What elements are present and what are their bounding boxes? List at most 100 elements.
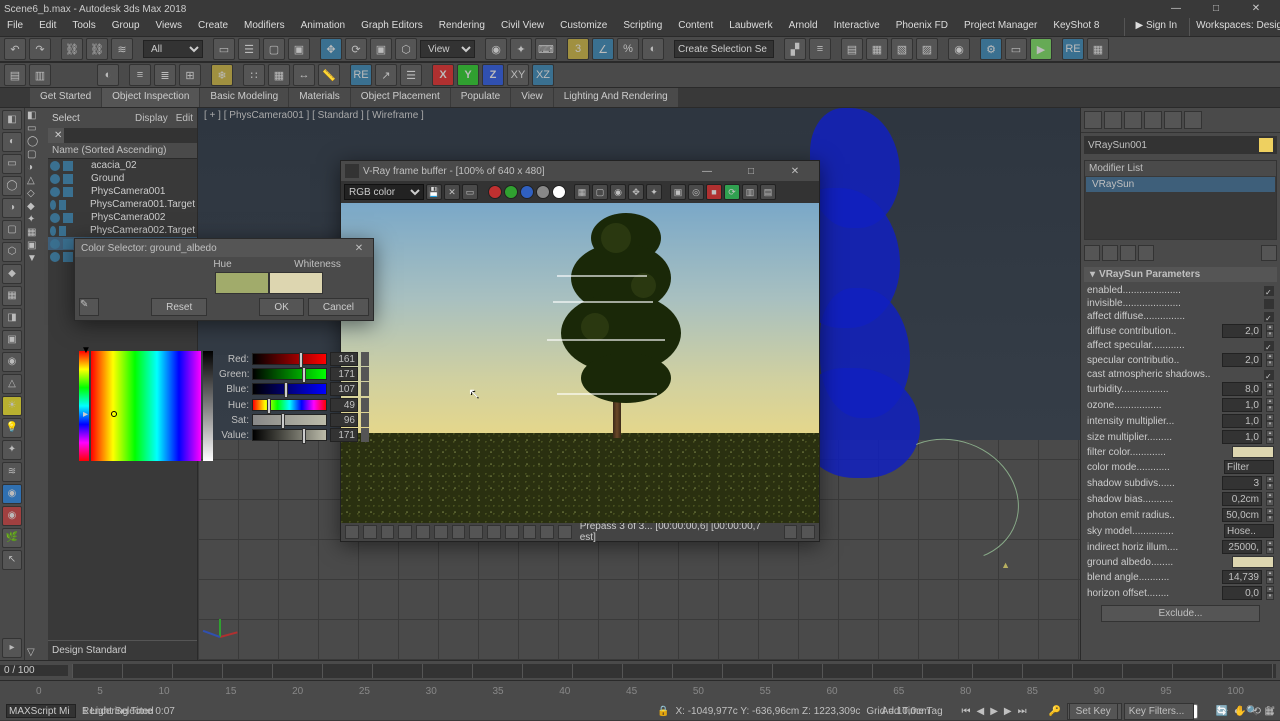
param-value[interactable]: 1,0 <box>1222 414 1262 428</box>
move-button[interactable]: ✥ <box>320 38 342 60</box>
scene-item[interactable]: PhysCamera001.Target <box>48 198 197 211</box>
vfb-stat-btn[interactable] <box>452 525 466 539</box>
time-tag[interactable]: Add Time Tag <box>882 706 943 717</box>
vfb-stat-btn[interactable] <box>801 525 815 539</box>
menu-laubwerk[interactable]: Laubwerk <box>722 18 779 36</box>
time-slider[interactable]: 0 / 100 <box>0 660 1280 680</box>
vfb-track-button[interactable]: ◎ <box>688 184 704 200</box>
vfb-stat-btn[interactable] <box>345 525 359 539</box>
color-value[interactable]: 107 <box>330 382 358 396</box>
colsel-close-button[interactable]: ✕ <box>351 243 367 254</box>
vfb-stat-btn[interactable] <box>523 525 537 539</box>
pin-stack-button[interactable] <box>1084 245 1100 261</box>
color-value[interactable]: 171 <box>330 428 358 442</box>
selection-filter[interactable]: All <box>143 40 203 58</box>
rotate-button[interactable]: ⟳ <box>345 38 367 60</box>
spinner[interactable]: ▴▾ <box>1266 508 1274 522</box>
axis-y-button[interactable]: Y <box>457 64 479 86</box>
color-slider[interactable] <box>252 414 327 426</box>
vfb-alpha-toggle[interactable] <box>536 185 550 199</box>
color-slider[interactable] <box>252 368 327 380</box>
param-value[interactable]: 0,2cm <box>1222 492 1262 506</box>
spinner[interactable]: ▴▾ <box>1266 430 1274 444</box>
se-select-tab[interactable]: Select <box>52 113 127 124</box>
make-unique-button[interactable] <box>1120 245 1136 261</box>
undo-button[interactable]: ↶ <box>4 38 26 60</box>
menu-scripting[interactable]: Scripting <box>616 18 669 36</box>
menu-arnold[interactable]: Arnold <box>782 18 825 36</box>
param-checkbox[interactable] <box>1264 370 1274 380</box>
max-button[interactable]: □ <box>1196 0 1236 18</box>
display-panel-icon[interactable] <box>1164 111 1182 129</box>
tool-icon[interactable]: ◉ <box>2 506 22 526</box>
play-first-button[interactable]: ⏮ <box>962 706 971 717</box>
setkey-button[interactable]: Set Key <box>1069 703 1118 720</box>
menu-rendering[interactable]: Rendering <box>432 18 492 36</box>
spinner[interactable]: ▴▾ <box>1266 382 1274 396</box>
vfb-min-button[interactable]: — <box>687 166 727 177</box>
cancel-button[interactable]: Cancel <box>308 298 369 316</box>
vfb-stat-btn[interactable] <box>784 525 798 539</box>
snap-toggle-button[interactable]: 3 <box>567 38 589 60</box>
schematic-view-button[interactable]: ▨ <box>916 38 938 60</box>
param-select[interactable]: Hose.. al.. <box>1224 524 1274 538</box>
se-icon[interactable]: ✦ <box>27 214 46 225</box>
render-setup-button[interactable]: ⚙ <box>980 38 1002 60</box>
color-value[interactable]: 171 <box>330 367 358 381</box>
vfb-green-toggle[interactable] <box>504 185 518 199</box>
se-icon[interactable]: ◇ <box>27 188 46 199</box>
se-icon[interactable]: ▦ <box>27 227 46 238</box>
spinner-snap-button[interactable]: ◐ <box>642 38 664 60</box>
vfb-stat-btn[interactable] <box>381 525 395 539</box>
param-value[interactable]: 3 <box>1222 476 1262 490</box>
vfb-btn[interactable]: ▥ <box>742 184 758 200</box>
vfb-stat-btn[interactable] <box>434 525 448 539</box>
layer-explorer-button[interactable]: ▤ <box>841 38 863 60</box>
tab-materials[interactable]: Materials <box>289 88 350 107</box>
tool-icon[interactable]: ✦ <box>2 440 22 460</box>
vfb-stat-btn[interactable] <box>505 525 519 539</box>
layer-add-button[interactable]: ≣ <box>154 64 176 86</box>
play-button[interactable]: ▶ <box>990 706 998 717</box>
param-value[interactable]: 50,0cm <box>1222 508 1262 522</box>
tab-populate[interactable]: Populate <box>451 88 510 107</box>
menu-phoenixfd[interactable]: Phoenix FD <box>889 18 955 36</box>
menu-modifiers[interactable]: Modifiers <box>237 18 292 36</box>
param-select[interactable]: Filter <box>1224 460 1274 474</box>
color-slider[interactable] <box>252 383 327 395</box>
workspaces-dropdown[interactable]: Workspaces: Design Standard <box>1189 18 1280 36</box>
align-button[interactable]: ≡ <box>809 38 831 60</box>
se-icon[interactable]: ▼ <box>27 253 46 264</box>
list-button[interactable]: ☰ <box>400 64 422 86</box>
se-icon[interactable]: ▣ <box>27 240 46 251</box>
menu-civilview[interactable]: Civil View <box>494 18 551 36</box>
close-button[interactable]: ✕ <box>1236 0 1276 18</box>
keyfilters-button[interactable]: Key Filters... <box>1124 703 1194 720</box>
tab-objectplacement[interactable]: Object Placement <box>351 88 450 107</box>
color-slider[interactable] <box>252 353 327 365</box>
param-checkbox[interactable] <box>1264 299 1274 309</box>
ref-coord-dropdown[interactable]: View <box>420 40 475 58</box>
bind-button[interactable]: ≋ <box>111 38 133 60</box>
vfb-btn[interactable]: ◉ <box>610 184 626 200</box>
render-button[interactable]: ▶ <box>1030 38 1052 60</box>
se-icon[interactable]: △ <box>27 175 46 186</box>
select-name-button[interactable]: ☰ <box>238 38 260 60</box>
vray-button[interactable]: RE <box>1062 38 1084 60</box>
param-value[interactable]: 1,0 <box>1222 430 1262 444</box>
material-editor-button[interactable]: ◉ <box>948 38 970 60</box>
scene-item[interactable]: PhysCamera002 <box>48 211 197 224</box>
whiteness-bar[interactable] <box>203 351 213 461</box>
param-value[interactable]: 0,0 <box>1222 586 1262 600</box>
select-object-button[interactable]: ▭ <box>213 38 235 60</box>
vfb-stat-btn[interactable] <box>398 525 412 539</box>
spinner[interactable] <box>361 382 369 396</box>
vray-asset-button[interactable]: ▦ <box>1087 38 1109 60</box>
spinner[interactable] <box>361 367 369 381</box>
scene-item[interactable]: PhysCamera002.Target <box>48 224 197 237</box>
spinner[interactable] <box>361 398 369 412</box>
vfb-red-toggle[interactable] <box>488 185 502 199</box>
tab-basicmodeling[interactable]: Basic Modeling <box>200 88 288 107</box>
spacing-button[interactable]: ↔ <box>293 64 315 86</box>
tool-icon[interactable]: ▣ <box>2 330 22 350</box>
